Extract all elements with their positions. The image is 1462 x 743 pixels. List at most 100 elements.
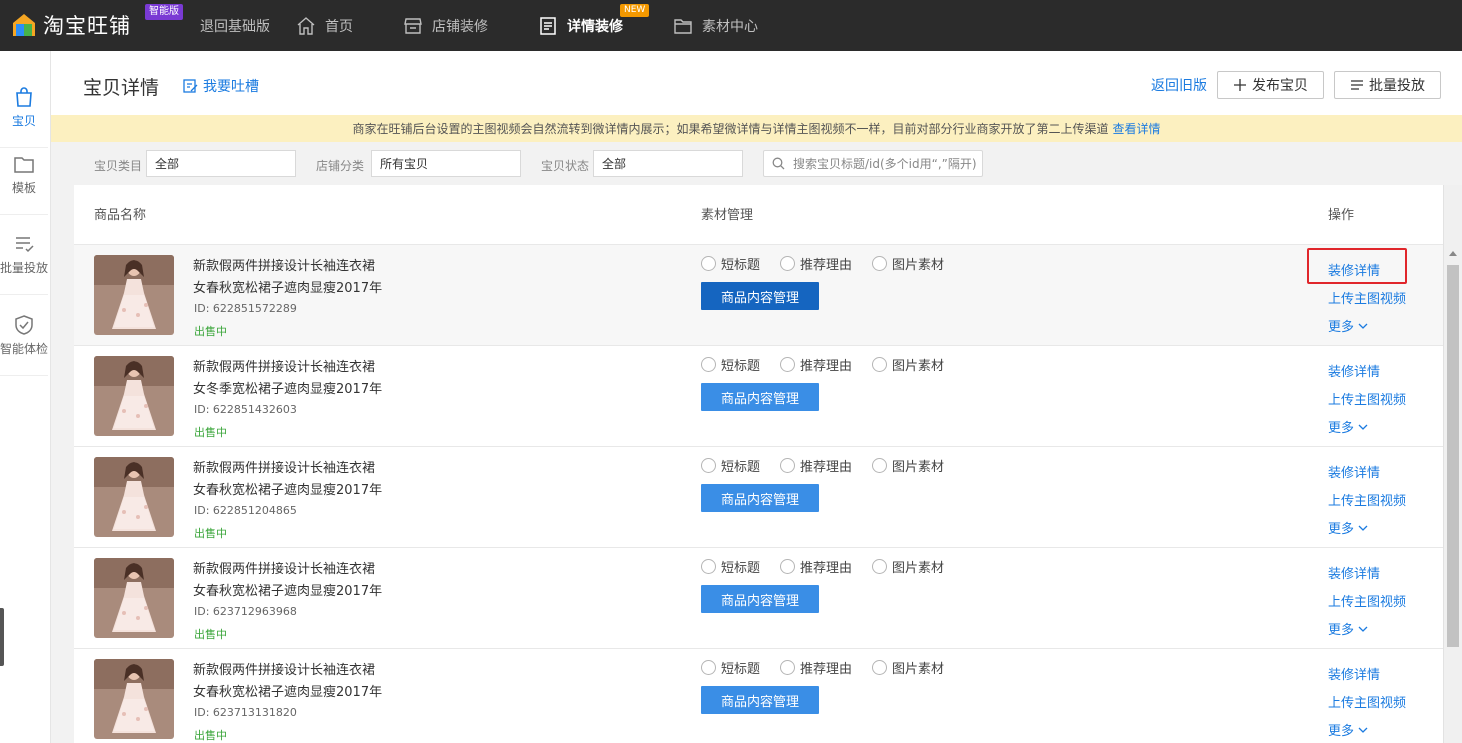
more-label: 更多 — [1328, 724, 1355, 739]
product-thumbnail[interactable] — [94, 457, 174, 537]
content-manage-button[interactable]: 商品内容管理 — [701, 686, 819, 714]
radio-label: 图片素材 — [892, 258, 945, 273]
shop-category-select[interactable]: 所有宝贝 — [371, 150, 521, 177]
radio-image-material[interactable]: 图片素材 — [872, 456, 944, 475]
material-options: 短标题 推荐理由 图片素材 — [701, 557, 964, 576]
nav-back-basic[interactable]: 退回基础版 — [200, 0, 270, 51]
radio-label: 推荐理由 — [800, 662, 853, 677]
radio-label: 推荐理由 — [800, 359, 853, 374]
material-options: 短标题 推荐理由 图片素材 — [701, 658, 964, 677]
product-name[interactable]: 新款假两件拼接设计长袖连衣裙 女春秋宽松裙子遮肉显瘦2017年 — [193, 559, 382, 603]
material-options: 短标题 推荐理由 图片素材 — [701, 254, 964, 273]
sidebar-item-template[interactable]: 模板 — [0, 135, 48, 215]
product-name-line1: 新款假两件拼接设计长袖连衣裙 — [193, 461, 376, 476]
content-manage-button[interactable]: 商品内容管理 — [701, 585, 819, 613]
decorate-detail-link[interactable]: 装修详情 — [1328, 563, 1380, 582]
product-thumbnail[interactable] — [94, 558, 174, 638]
product-thumbnail[interactable] — [94, 255, 174, 335]
radio-recommend-reason[interactable]: 推荐理由 — [780, 456, 852, 475]
more-dropdown[interactable]: 更多 — [1328, 720, 1369, 739]
search-input[interactable]: 搜索宝贝标题/id(多个id用“,”隔开) — [763, 150, 983, 177]
radio-label: 推荐理由 — [800, 460, 853, 475]
logo-house-icon — [12, 13, 36, 37]
radio-circle-icon — [701, 660, 716, 675]
feedback-label: 我要吐槽 — [203, 79, 259, 95]
radio-recommend-reason[interactable]: 推荐理由 — [780, 355, 852, 374]
radio-image-material[interactable]: 图片素材 — [872, 658, 944, 677]
table-row: 新款假两件拼接设计长袖连衣裙 女春秋宽松裙子遮肉显瘦2017年 ID: 622851… — [74, 447, 1443, 548]
sidebar-item-batch[interactable]: 批量投放 — [0, 215, 48, 295]
decorate-detail-link[interactable]: 装修详情 — [1328, 664, 1380, 683]
product-name[interactable]: 新款假两件拼接设计长袖连衣裙 女春秋宽松裙子遮肉显瘦2017年 — [193, 458, 382, 502]
more-dropdown[interactable]: 更多 — [1328, 619, 1369, 638]
radio-image-material[interactable]: 图片素材 — [872, 557, 944, 576]
page-title: 宝贝详情 — [83, 77, 160, 99]
shopping-bag-icon — [16, 87, 32, 107]
product-id: ID: 622851204865 — [194, 504, 297, 517]
product-thumbnail[interactable] — [94, 356, 174, 436]
category-label: 宝贝类目 — [94, 159, 143, 173]
product-status: 出售中 — [194, 527, 227, 540]
upload-video-link[interactable]: 上传主图视频 — [1328, 389, 1406, 408]
product-name[interactable]: 新款假两件拼接设计长袖连衣裙 女冬季宽松裙子遮肉显瘦2017年 — [193, 357, 382, 401]
nav-material-center[interactable]: 素材中心 — [673, 0, 758, 51]
notice-text: 商家在旺铺后台设置的主图视频会自然流转到微详情内展示；如果希望微详情与详情主图视… — [352, 122, 1109, 136]
radio-short-title[interactable]: 短标题 — [701, 254, 760, 273]
radio-short-title[interactable]: 短标题 — [701, 658, 760, 677]
search-placeholder: 搜索宝贝标题/id(多个id用“,”隔开) — [793, 157, 977, 171]
sidebar-collapse-handle[interactable] — [0, 608, 4, 666]
radio-short-title[interactable]: 短标题 — [701, 355, 760, 374]
radio-recommend-reason[interactable]: 推荐理由 — [780, 557, 852, 576]
upload-video-link[interactable]: 上传主图视频 — [1328, 591, 1406, 610]
back-old-version-link[interactable]: 返回旧版 — [1151, 75, 1207, 95]
more-dropdown[interactable]: 更多 — [1328, 518, 1369, 537]
radio-label: 推荐理由 — [800, 561, 853, 576]
notice-detail-link[interactable]: 查看详情 — [1113, 120, 1161, 137]
product-name[interactable]: 新款假两件拼接设计长袖连衣裙 女春秋宽松裙子遮肉显瘦2017年 — [193, 660, 382, 704]
table-scrollbar[interactable] — [1443, 185, 1462, 743]
nav-back-basic-label: 退回基础版 — [200, 18, 270, 35]
upload-video-link[interactable]: 上传主图视频 — [1328, 490, 1406, 509]
nav-detail-decor[interactable]: 详情装修 — [538, 0, 623, 51]
shield-check-icon — [15, 315, 33, 335]
product-name-line1: 新款假两件拼接设计长袖连衣裙 — [193, 259, 376, 274]
decorate-detail-link[interactable]: 装修详情 — [1328, 361, 1380, 380]
nav-home[interactable]: 首页 — [296, 0, 353, 51]
folder-icon — [673, 16, 693, 36]
upload-video-link[interactable]: 上传主图视频 — [1328, 288, 1406, 307]
decorate-detail-link[interactable]: 装修详情 — [1328, 462, 1380, 481]
radio-recommend-reason[interactable]: 推荐理由 — [780, 254, 852, 273]
upload-video-link[interactable]: 上传主图视频 — [1328, 692, 1406, 711]
nav-detail-decor-label: 详情装修 — [567, 18, 623, 35]
batch-deploy-button[interactable]: 批量投放 — [1334, 71, 1441, 99]
category-select[interactable]: 全部 — [146, 150, 296, 177]
scroll-up-arrow-icon[interactable] — [1449, 251, 1457, 256]
publish-item-button[interactable]: 发布宝贝 — [1217, 71, 1324, 99]
sidebar-item-check[interactable]: 智能体检 — [0, 296, 48, 376]
logo[interactable]: 淘宝旺铺 — [12, 12, 131, 38]
nav-store-decor[interactable]: 店铺装修 — [403, 0, 488, 51]
radio-circle-icon — [872, 357, 888, 372]
table-header: 商品名称 素材管理 操作 — [74, 185, 1443, 245]
radio-image-material[interactable]: 图片素材 — [872, 254, 944, 273]
radio-circle-icon — [780, 357, 796, 372]
radio-short-title[interactable]: 短标题 — [701, 557, 760, 576]
product-name[interactable]: 新款假两件拼接设计长袖连衣裙 女春秋宽松裙子遮肉显瘦2017年 — [193, 256, 382, 300]
content-manage-button[interactable]: 商品内容管理 — [701, 383, 819, 411]
feedback-link[interactable]: 我要吐槽 — [182, 76, 259, 96]
product-thumbnail[interactable] — [94, 659, 174, 739]
content-manage-button[interactable]: 商品内容管理 — [701, 484, 819, 512]
content-manage-button[interactable]: 商品内容管理 — [701, 282, 819, 310]
top-bar: 淘宝旺铺 智能版 退回基础版 首页 店铺装修 详情装修 NEW 素材中心 — [0, 0, 1462, 51]
left-sidebar: 宝贝 模板 批量投放 智能体检 — [0, 51, 51, 743]
more-label: 更多 — [1328, 320, 1355, 335]
radio-image-material[interactable]: 图片素材 — [872, 355, 944, 374]
highlight-annotation — [1307, 248, 1407, 284]
radio-short-title[interactable]: 短标题 — [701, 456, 760, 475]
more-dropdown[interactable]: 更多 — [1328, 316, 1369, 335]
status-select[interactable]: 全部 — [593, 150, 743, 177]
radio-recommend-reason[interactable]: 推荐理由 — [780, 658, 852, 677]
more-dropdown[interactable]: 更多 — [1328, 417, 1369, 436]
logo-text: 淘宝旺铺 — [43, 14, 131, 38]
scroll-thumb[interactable] — [1447, 265, 1459, 647]
